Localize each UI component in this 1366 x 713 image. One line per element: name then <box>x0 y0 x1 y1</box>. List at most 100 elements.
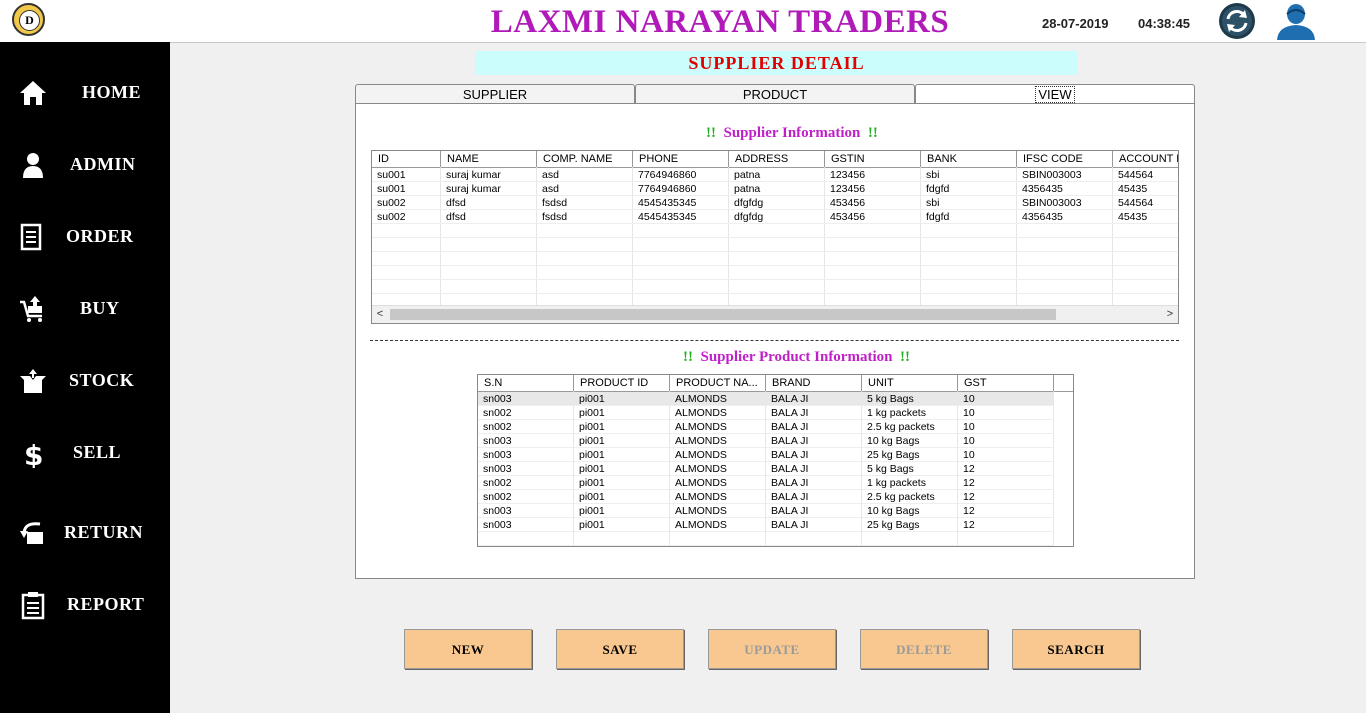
table-cell: sn003 <box>483 393 512 405</box>
scroll-left-icon[interactable]: < <box>372 306 388 323</box>
tab-product[interactable]: PRODUCT <box>635 84 915 104</box>
table-cell: SBIN003003 <box>1022 169 1082 181</box>
delete-button[interactable]: DELETE <box>860 629 988 669</box>
update-button[interactable]: UPDATE <box>708 629 836 669</box>
table-cell: 12 <box>963 477 975 489</box>
new-button[interactable]: NEW <box>404 629 532 669</box>
table-cell: ALMONDS <box>675 505 727 517</box>
table-cell: 12 <box>963 491 975 503</box>
table-row[interactable]: sn003 pi001 ALMONDS BALA JI 25 kg Bags 12 <box>478 518 1054 532</box>
sidebar-item-return[interactable]: RETURN <box>0 510 170 554</box>
table-cell: 544564 <box>1118 197 1154 209</box>
column-header[interactable]: PRODUCT ID <box>574 375 670 391</box>
table-cell: 10 <box>963 435 975 447</box>
table-row <box>478 532 1054 546</box>
table-cell: 10 <box>963 407 975 419</box>
column-header[interactable]: BANK <box>921 151 1017 167</box>
table-cell: dfsd <box>446 211 466 223</box>
table-cell: sn002 <box>483 477 512 489</box>
date-display: 28-07-2019 <box>1042 16 1109 31</box>
table-cell: sn003 <box>483 519 512 531</box>
table-cell: su001 <box>377 183 406 195</box>
table-cell: 45435 <box>1118 211 1148 223</box>
product-table-header: S.N PRODUCT ID PRODUCT NA... BRAND UNIT GST <box>478 375 1073 392</box>
column-header[interactable]: BRAND <box>766 375 862 391</box>
table-row[interactable]: sn003 pi001 ALMONDS BALA JI 5 kg Bags 12 <box>478 462 1054 476</box>
table-row[interactable]: sn002 pi001 ALMONDS BALA JI 2.5 kg packets 12 <box>478 490 1054 504</box>
table-cell: fdgfd <box>926 211 950 223</box>
column-header[interactable]: PRODUCT NA... <box>670 375 766 391</box>
table-cell: 2.5 kg packets <box>867 491 935 503</box>
sidebar-item-buy[interactable]: BUY <box>0 286 170 330</box>
column-header[interactable]: NAME <box>441 151 537 167</box>
sidebar-item-home[interactable]: HOME <box>0 70 170 114</box>
marker-left: !! <box>706 125 716 141</box>
tab-supplier[interactable]: SUPPLIER <box>355 84 635 104</box>
tab-view[interactable]: VIEW <box>915 84 1195 105</box>
table-row[interactable]: sn002 pi001 ALMONDS BALA JI 1 kg packets 12 <box>478 476 1054 490</box>
column-header[interactable]: IFSC CODE <box>1017 151 1113 167</box>
column-header[interactable]: GSTIN <box>825 151 921 167</box>
table-cell: 10 kg Bags <box>867 505 920 517</box>
table-row[interactable]: sn003 pi001 ALMONDS BALA JI 10 kg Bags 10 <box>478 434 1054 448</box>
table-cell: BALA JI <box>771 491 809 503</box>
table-cell: ALMONDS <box>675 421 727 433</box>
table-row <box>372 280 1178 294</box>
table-cell: 453456 <box>830 197 866 209</box>
sidebar-item-report[interactable]: REPORT <box>0 582 170 626</box>
column-header[interactable]: PHONE <box>633 151 729 167</box>
column-header[interactable]: COMP. NAME <box>537 151 633 167</box>
column-header[interactable]: UNIT <box>862 375 958 391</box>
table-cell: 12 <box>963 505 975 517</box>
table-cell: pi001 <box>579 393 605 405</box>
table-row[interactable]: sn003 pi001 ALMONDS BALA JI 25 kg Bags 10 <box>478 448 1054 462</box>
table-row[interactable]: sn003 pi001 ALMONDS BALA JI 5 kg Bags 10 <box>478 392 1054 406</box>
refresh-icon[interactable] <box>1218 2 1256 40</box>
table-cell: pi001 <box>579 477 605 489</box>
table-row[interactable]: su002 dfsd fsdsd 4545435345 dfgfdg 453456 … <box>372 210 1178 224</box>
horizontal-scrollbar[interactable]: < > <box>372 305 1178 323</box>
table-cell: sn002 <box>483 421 512 433</box>
table-cell: pi001 <box>579 435 605 447</box>
sidebar-item-label: SELL <box>73 442 122 462</box>
sidebar-item-label: HOME <box>82 82 141 102</box>
table-cell: pi001 <box>579 407 605 419</box>
save-button[interactable]: SAVE <box>556 629 684 669</box>
table-cell: BALA JI <box>771 407 809 419</box>
table-row[interactable]: su002 dfsd fsdsd 4545435345 dfgfdg 453456 s… <box>372 196 1178 210</box>
table-cell: suraj kumar <box>446 183 501 195</box>
table-row[interactable]: sn002 pi001 ALMONDS BALA JI 2.5 kg packets 10 <box>478 420 1054 434</box>
sidebar-item-sell[interactable]: $ SELL <box>0 430 170 474</box>
column-header[interactable]: S.N <box>478 375 574 391</box>
table-cell: 544564 <box>1118 169 1154 181</box>
supplier-table[interactable]: ID NAME COMP. NAME PHONE ADDRESS GSTIN BANK IFS… <box>371 150 1179 324</box>
sidebar-item-stock[interactable]: STOCK <box>0 358 170 402</box>
column-header[interactable]: GST <box>958 375 1054 391</box>
product-table[interactable]: S.N PRODUCT ID PRODUCT NA... BRAND UNIT GST s… <box>477 374 1074 547</box>
table-row[interactable]: su001 suraj kumar asd 7764946860 patna 123456… <box>372 182 1178 196</box>
column-header[interactable]: ACCOUNT N <box>1113 151 1178 167</box>
table-row[interactable]: sn003 pi001 ALMONDS BALA JI 10 kg Bags 12 <box>478 504 1054 518</box>
column-header[interactable]: ID <box>372 151 441 167</box>
table-row[interactable]: sn002 pi001 ALMONDS BALA JI 1 kg packets 10 <box>478 406 1054 420</box>
table-cell: 10 <box>963 421 975 433</box>
table-row <box>372 238 1178 252</box>
scroll-right-icon[interactable]: > <box>1162 306 1178 323</box>
user-icon[interactable] <box>1272 2 1320 40</box>
table-row[interactable]: su001 suraj kumar asd 7764946860 patna 123456… <box>372 168 1178 182</box>
person-icon <box>23 153 43 178</box>
app-logo: D <box>12 3 45 36</box>
table-cell: ALMONDS <box>675 435 727 447</box>
table-cell: pi001 <box>579 463 605 475</box>
sidebar-item-label: BUY <box>80 298 120 318</box>
column-header[interactable]: ADDRESS <box>729 151 825 167</box>
sidebar-item-order[interactable]: ORDER <box>0 214 170 258</box>
scrollbar-thumb[interactable] <box>390 309 1056 320</box>
svg-text:$: $ <box>24 439 43 468</box>
table-cell: 7764946860 <box>638 169 697 181</box>
sidebar-item-admin[interactable]: ADMIN <box>0 142 170 186</box>
sidebar-item-label: RETURN <box>64 522 144 542</box>
table-cell: 1 kg packets <box>867 477 926 489</box>
table-cell: dfgfdg <box>734 197 764 209</box>
search-button[interactable]: SEARCH <box>1012 629 1140 669</box>
